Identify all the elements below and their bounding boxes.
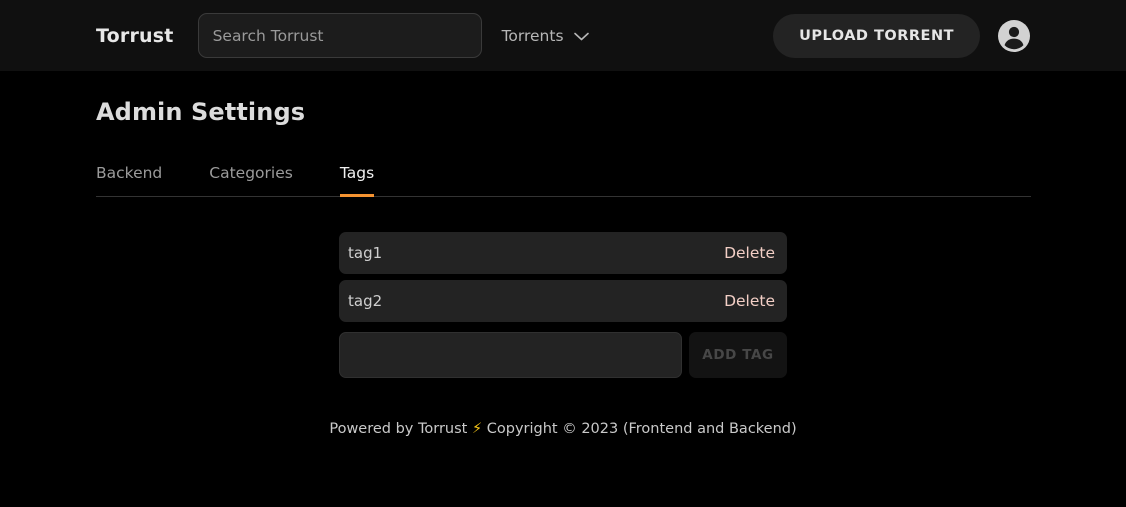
tab-categories[interactable]: Categories [209,158,293,197]
tab-backend[interactable]: Backend [96,158,162,197]
tag-name: tag2 [348,292,383,310]
brand-logo[interactable]: Torrust [96,25,174,47]
delete-tag-button[interactable]: Delete [722,242,777,264]
add-tag-row: ADD TAG [339,332,787,378]
nav-torrents-label: Torrents [501,26,564,45]
footer-copyright: Copyright © 2023 (Frontend and Backend) [486,421,797,437]
page-title: Admin Settings [96,98,306,126]
footer: Powered by Torrust ⚡ Copyright © 2023 (F… [96,421,1030,437]
settings-tabs: Backend Categories Tags [96,158,1031,197]
new-tag-input[interactable] [339,332,682,378]
table-row: tag1 Delete [339,232,787,274]
chevron-down-icon [573,27,589,45]
search-input[interactable] [212,14,467,57]
delete-tag-button[interactable]: Delete [722,290,777,312]
avatar[interactable] [998,19,1030,52]
user-avatar-icon [1004,26,1024,49]
search-box[interactable] [197,13,482,58]
add-tag-button[interactable]: ADD TAG [689,332,787,378]
top-navbar: Torrust Torrents UPLOAD TORRENT [0,0,1126,71]
footer-powered-by: Powered by Torrust [329,421,468,437]
tag-name: tag1 [348,244,383,262]
tab-tags[interactable]: Tags [339,158,375,197]
page-content: Admin Settings Backend Categories Tags t… [0,98,1126,437]
upload-torrent-button[interactable]: UPLOAD TORRENT [773,13,980,58]
table-row: tag2 Delete [339,280,787,322]
tags-panel: tag1 Delete tag2 Delete ADD TAG [339,232,787,378]
lightning-bolt-icon: ⚡ [471,421,483,437]
nav-torrents-dropdown[interactable]: Torrents [502,27,589,45]
